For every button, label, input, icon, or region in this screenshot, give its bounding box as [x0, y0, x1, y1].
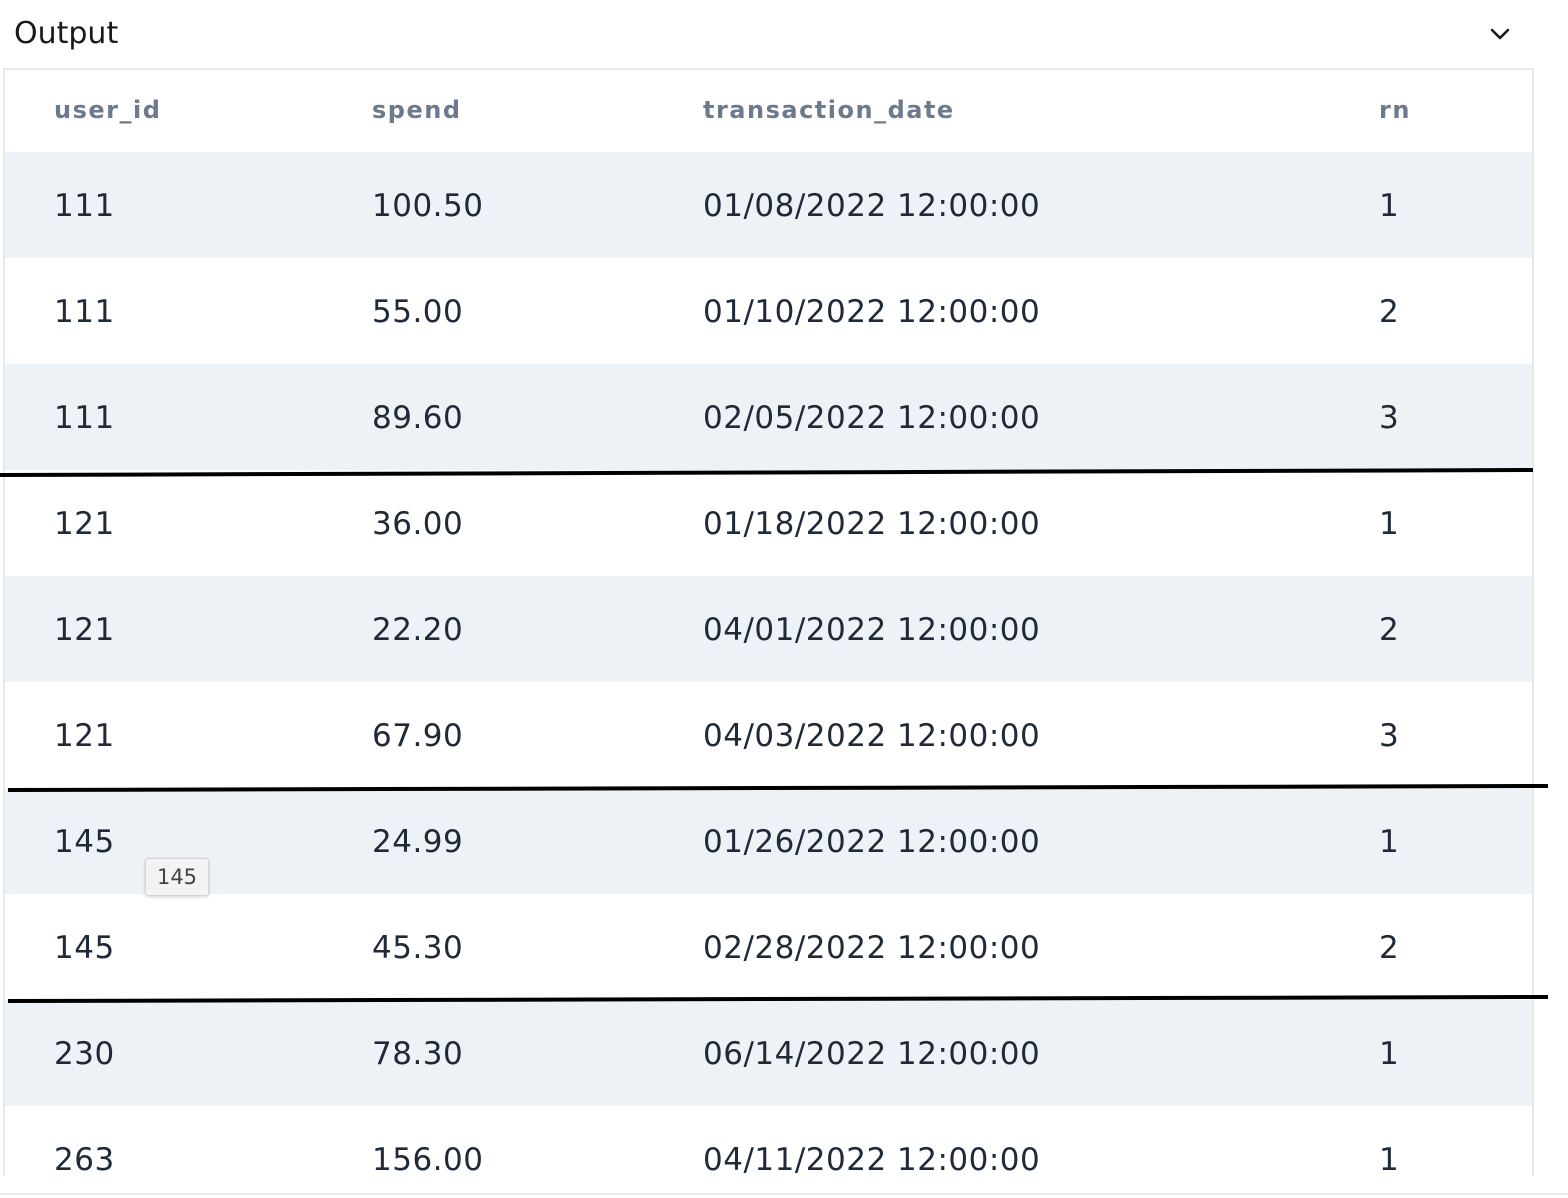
cell-transaction-date: 04/01/2022 12:00:00 [703, 612, 1041, 648]
column-header-rn[interactable]: rn [1379, 96, 1411, 124]
table-row: 145 45.30 02/28/2022 12:00:00 2 [5, 894, 1532, 1000]
table-row: 111 100.50 01/08/2022 12:00:00 1 [5, 152, 1532, 258]
cell-transaction-date: 04/11/2022 12:00:00 [703, 1142, 1041, 1176]
cell-transaction-date: 06/14/2022 12:00:00 [703, 1036, 1041, 1072]
cell-rn: 1 [1379, 824, 1400, 860]
collapse-button[interactable] [1480, 18, 1520, 50]
cell-user-id: 263 [54, 1142, 115, 1176]
cell-spend: 22.20 [372, 612, 464, 648]
cell-rn: 2 [1379, 930, 1400, 966]
cell-user-id: 145 [54, 824, 115, 860]
cell-transaction-date: 01/08/2022 12:00:00 [703, 188, 1041, 224]
cell-user-id: 111 [54, 294, 115, 330]
cell-rn: 2 [1379, 612, 1400, 648]
cell-rn: 3 [1379, 400, 1400, 436]
cell-rn: 1 [1379, 188, 1400, 224]
table-body: 111 100.50 01/08/2022 12:00:00 1 111 55.… [5, 152, 1532, 1176]
cell-transaction-date: 02/05/2022 12:00:00 [703, 400, 1041, 436]
cell-transaction-date: 01/10/2022 12:00:00 [703, 294, 1041, 330]
cell-transaction-date: 02/28/2022 12:00:00 [703, 930, 1041, 966]
table-row: 111 89.60 02/05/2022 12:00:00 3 [5, 364, 1532, 470]
cell-user-id: 111 [54, 188, 115, 224]
output-table: user_id spend transaction_date rn 111 10… [3, 68, 1534, 1176]
cell-rn: 1 [1379, 506, 1400, 542]
table-row: 111 55.00 01/10/2022 12:00:00 2 [5, 258, 1532, 364]
chevron-down-icon [1490, 28, 1510, 40]
panel-title: Output [14, 16, 119, 51]
cell-spend: 55.00 [372, 294, 464, 330]
output-panel-header: Output [0, 0, 1568, 68]
cell-spend: 78.30 [372, 1036, 464, 1072]
table-row: 230 78.30 06/14/2022 12:00:00 1 [5, 1000, 1532, 1106]
cell-user-id: 121 [54, 718, 115, 754]
cell-user-id: 145 [54, 930, 115, 966]
cell-user-id: 230 [54, 1036, 115, 1072]
cell-spend: 67.90 [372, 718, 464, 754]
cell-spend: 89.60 [372, 400, 464, 436]
cell-spend: 100.50 [372, 188, 484, 224]
column-header-transaction-date[interactable]: transaction_date [703, 96, 955, 124]
cell-tooltip: 145 [145, 858, 209, 896]
cell-spend: 156.00 [372, 1142, 484, 1176]
table-row: 263 156.00 04/11/2022 12:00:00 1 [5, 1106, 1532, 1176]
cell-spend: 45.30 [372, 930, 464, 966]
cell-transaction-date: 01/18/2022 12:00:00 [703, 506, 1041, 542]
column-header-user-id[interactable]: user_id [54, 96, 161, 124]
cell-rn: 1 [1379, 1142, 1400, 1176]
cell-rn: 2 [1379, 294, 1400, 330]
cell-spend: 36.00 [372, 506, 464, 542]
cell-spend: 24.99 [372, 824, 464, 860]
table-row: 121 36.00 01/18/2022 12:00:00 1 [5, 470, 1532, 576]
cell-user-id: 121 [54, 612, 115, 648]
cell-rn: 1 [1379, 1036, 1400, 1072]
table-row: 145 24.99 01/26/2022 12:00:00 1 [5, 788, 1532, 894]
cell-rn: 3 [1379, 718, 1400, 754]
cell-user-id: 111 [54, 400, 115, 436]
cell-transaction-date: 01/26/2022 12:00:00 [703, 824, 1041, 860]
table-header-row: user_id spend transaction_date rn [5, 70, 1532, 152]
panel-bottom-border [0, 1193, 1568, 1195]
table-row: 121 22.20 04/01/2022 12:00:00 2 [5, 576, 1532, 682]
cell-user-id: 121 [54, 506, 115, 542]
cell-transaction-date: 04/03/2022 12:00:00 [703, 718, 1041, 754]
column-header-spend[interactable]: spend [372, 96, 462, 124]
table-row: 121 67.90 04/03/2022 12:00:00 3 [5, 682, 1532, 788]
